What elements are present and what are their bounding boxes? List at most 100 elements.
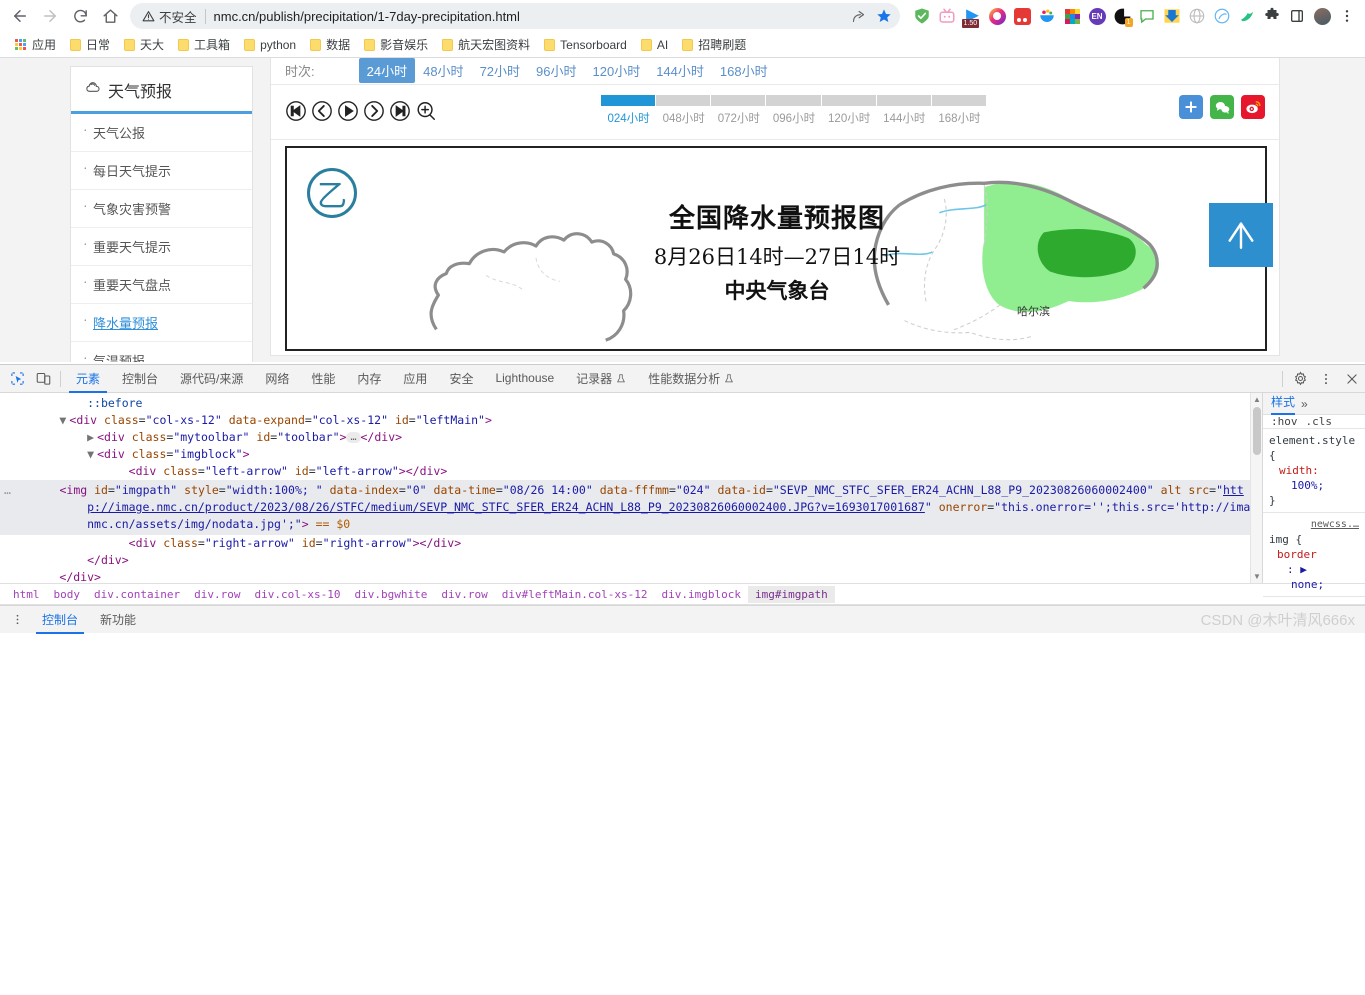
dom-tree-line[interactable]: <div class="left-arrow" id="left-arrow">… bbox=[0, 463, 1250, 480]
edge-blue-extension-icon[interactable] bbox=[1210, 4, 1234, 28]
settings-gear-icon[interactable] bbox=[1287, 366, 1313, 392]
dom-tree-line[interactable]: </div> bbox=[0, 569, 1250, 583]
hov-toggle[interactable]: :hov bbox=[1271, 415, 1298, 428]
breadcrumb[interactable]: html body div.container div.row div.col-xs-1… bbox=[0, 583, 1365, 605]
red-extension-icon[interactable] bbox=[1010, 4, 1034, 28]
progress-label-168[interactable]: 168小时 bbox=[932, 110, 987, 126]
expand-triangle-down-icon[interactable]: ▼ bbox=[59, 412, 69, 429]
drawer-tab-whats-new[interactable]: 新功能 bbox=[90, 606, 146, 634]
dom-tree-line[interactable]: </div> bbox=[0, 552, 1250, 569]
download-manager-extension-icon[interactable]: 1 bbox=[1110, 4, 1134, 28]
bookmark-item-riqing[interactable]: 日常 bbox=[63, 34, 117, 55]
url-text[interactable]: nmc.cn/publish/precipitation/1-7day-prec… bbox=[214, 9, 846, 24]
share-plus-icon[interactable] bbox=[1179, 95, 1203, 119]
close-icon[interactable] bbox=[1339, 366, 1365, 392]
progress-segment[interactable] bbox=[876, 95, 932, 106]
breadcrumb-item[interactable]: body bbox=[47, 586, 88, 603]
sidepanel-toggle-icon[interactable] bbox=[1285, 4, 1309, 28]
styles-overflow-icon[interactable]: » bbox=[1301, 397, 1308, 411]
hour-tab-72[interactable]: 72小时 bbox=[472, 58, 528, 83]
progress-label-096[interactable]: 096小时 bbox=[766, 110, 821, 126]
hour-tab-168[interactable]: 168小时 bbox=[712, 58, 776, 83]
timeline-progress[interactable]: 024小时 048小时 072小时 096小时 120小时 144小时 168小… bbox=[601, 95, 987, 126]
tab-recorder[interactable]: 记录器 bbox=[565, 365, 637, 393]
expand-triangle-down-icon[interactable]: ▼ bbox=[87, 446, 97, 463]
collapsed-children-badge[interactable]: … bbox=[346, 432, 361, 443]
chrome-menu-icon[interactable] bbox=[1335, 4, 1359, 28]
device-toolbar-icon[interactable] bbox=[30, 366, 56, 392]
dom-tree-line[interactable]: ▶ <div class="mytoolbar" id="toolbar">… </… bbox=[0, 429, 1250, 446]
tab-lighthouse[interactable]: Lighthouse bbox=[484, 366, 565, 391]
colorful-bowl-extension-icon[interactable] bbox=[1035, 4, 1059, 28]
tv-extension-icon[interactable] bbox=[935, 4, 959, 28]
breadcrumb-item[interactable]: div.col-xs-10 bbox=[247, 586, 347, 603]
progress-track[interactable] bbox=[601, 95, 987, 106]
breadcrumb-item[interactable]: div#leftMain.col-xs-12 bbox=[495, 586, 655, 603]
tab-performance[interactable]: 性能 bbox=[300, 365, 346, 393]
step-back-icon[interactable] bbox=[311, 100, 333, 122]
puzzle-extensions-icon[interactable] bbox=[1260, 4, 1284, 28]
hour-tab-120[interactable]: 120小时 bbox=[585, 58, 649, 83]
sidebar-item-important-review[interactable]: 重要天气盘点 bbox=[71, 266, 252, 304]
bookmark-item-toolbox[interactable]: 工具箱 bbox=[171, 34, 237, 55]
bookmark-star-icon[interactable] bbox=[872, 4, 896, 28]
dom-tree-line[interactable]: <div class="right-arrow" id="right-arrow… bbox=[0, 535, 1250, 552]
forward-icon[interactable] bbox=[36, 2, 64, 30]
progress-label-072[interactable]: 072小时 bbox=[711, 110, 766, 126]
cls-toggle[interactable]: .cls bbox=[1306, 415, 1333, 428]
progress-segment[interactable] bbox=[656, 95, 712, 106]
progress-label-120[interactable]: 120小时 bbox=[822, 110, 877, 126]
bookmark-item-interview[interactable]: 招聘刷题 bbox=[675, 34, 753, 55]
sidebar-item-disaster-warning[interactable]: 气象灾害预警 bbox=[71, 190, 252, 228]
hour-tab-144[interactable]: 144小时 bbox=[648, 58, 712, 83]
breadcrumb-item[interactable]: div.bgwhite bbox=[348, 586, 435, 603]
breadcrumb-item[interactable]: div.imgblock bbox=[654, 586, 747, 603]
more-options-icon[interactable] bbox=[1313, 366, 1339, 392]
tab-performance-insights[interactable]: 性能数据分析 bbox=[637, 365, 745, 393]
step-forward-icon[interactable] bbox=[363, 100, 385, 122]
camera-extension-icon[interactable] bbox=[985, 4, 1009, 28]
tab-memory[interactable]: 内存 bbox=[346, 365, 392, 393]
reload-icon[interactable] bbox=[66, 2, 94, 30]
progress-label-024[interactable]: 024小时 bbox=[601, 110, 656, 126]
back-to-top-button[interactable] bbox=[1209, 203, 1273, 267]
progress-segment[interactable] bbox=[821, 95, 877, 106]
bookmark-item-tianda[interactable]: 天大 bbox=[117, 34, 171, 55]
omnibox[interactable]: 不安全 nmc.cn/publish/precipitation/1-7day-… bbox=[130, 3, 900, 29]
tab-network[interactable]: 网络 bbox=[254, 365, 300, 393]
dom-tree[interactable]: ::before ▼ <div class="col-xs-12" data-ex… bbox=[0, 393, 1250, 583]
shield-extension-icon[interactable] bbox=[910, 4, 934, 28]
bookmark-item-python[interactable]: python bbox=[237, 36, 303, 54]
play-icon[interactable] bbox=[337, 100, 359, 122]
bookmark-item-ai[interactable]: AI bbox=[634, 36, 675, 54]
share-icon[interactable] bbox=[846, 4, 870, 28]
tab-elements[interactable]: 元素 bbox=[65, 365, 111, 393]
bookmark-item-data[interactable]: 数据 bbox=[303, 34, 357, 55]
rule-declaration[interactable]: border : ▶ none; bbox=[1269, 547, 1359, 592]
zoom-in-icon[interactable] bbox=[415, 100, 437, 122]
style-rule-img[interactable]: newcss.… img { border : ▶ none; bbox=[1263, 513, 1365, 597]
globe-grey-extension-icon[interactable] bbox=[1185, 4, 1209, 28]
bookmark-item-apps[interactable]: 应用 bbox=[8, 34, 63, 55]
hour-tab-96[interactable]: 96小时 bbox=[528, 58, 584, 83]
inspect-element-icon[interactable] bbox=[4, 366, 30, 392]
breadcrumb-item[interactable]: div.row bbox=[434, 586, 494, 603]
dom-tree-line[interactable]: ▼ <div class="imgblock"> bbox=[0, 446, 1250, 463]
progress-segment[interactable] bbox=[766, 95, 822, 106]
sidebar-item-precipitation-forecast[interactable]: 降水量预报 bbox=[71, 304, 252, 342]
progress-segment[interactable] bbox=[711, 95, 767, 106]
drawer-more-options-icon[interactable] bbox=[4, 607, 30, 633]
dom-tree-line[interactable]: ::before bbox=[0, 395, 1250, 412]
hour-tab-48[interactable]: 48小时 bbox=[415, 58, 471, 83]
drawer-tab-console[interactable]: 控制台 bbox=[32, 606, 88, 634]
security-warning[interactable]: 不安全 bbox=[142, 7, 197, 26]
breadcrumb-item[interactable]: html bbox=[6, 586, 47, 603]
scroll-up-arrow-icon[interactable]: ▲ bbox=[1253, 395, 1261, 404]
bookmark-item-aerospace[interactable]: 航天宏图资料 bbox=[435, 34, 537, 55]
progress-label-144[interactable]: 144小时 bbox=[877, 110, 932, 126]
scrollbar-thumb[interactable] bbox=[1253, 407, 1261, 455]
dom-tree-scrollbar[interactable]: ▲ ▼ bbox=[1250, 393, 1262, 583]
progress-segment[interactable] bbox=[601, 95, 657, 106]
download-arrow-extension-icon[interactable] bbox=[1160, 4, 1184, 28]
progress-label-048[interactable]: 048小时 bbox=[656, 110, 711, 126]
